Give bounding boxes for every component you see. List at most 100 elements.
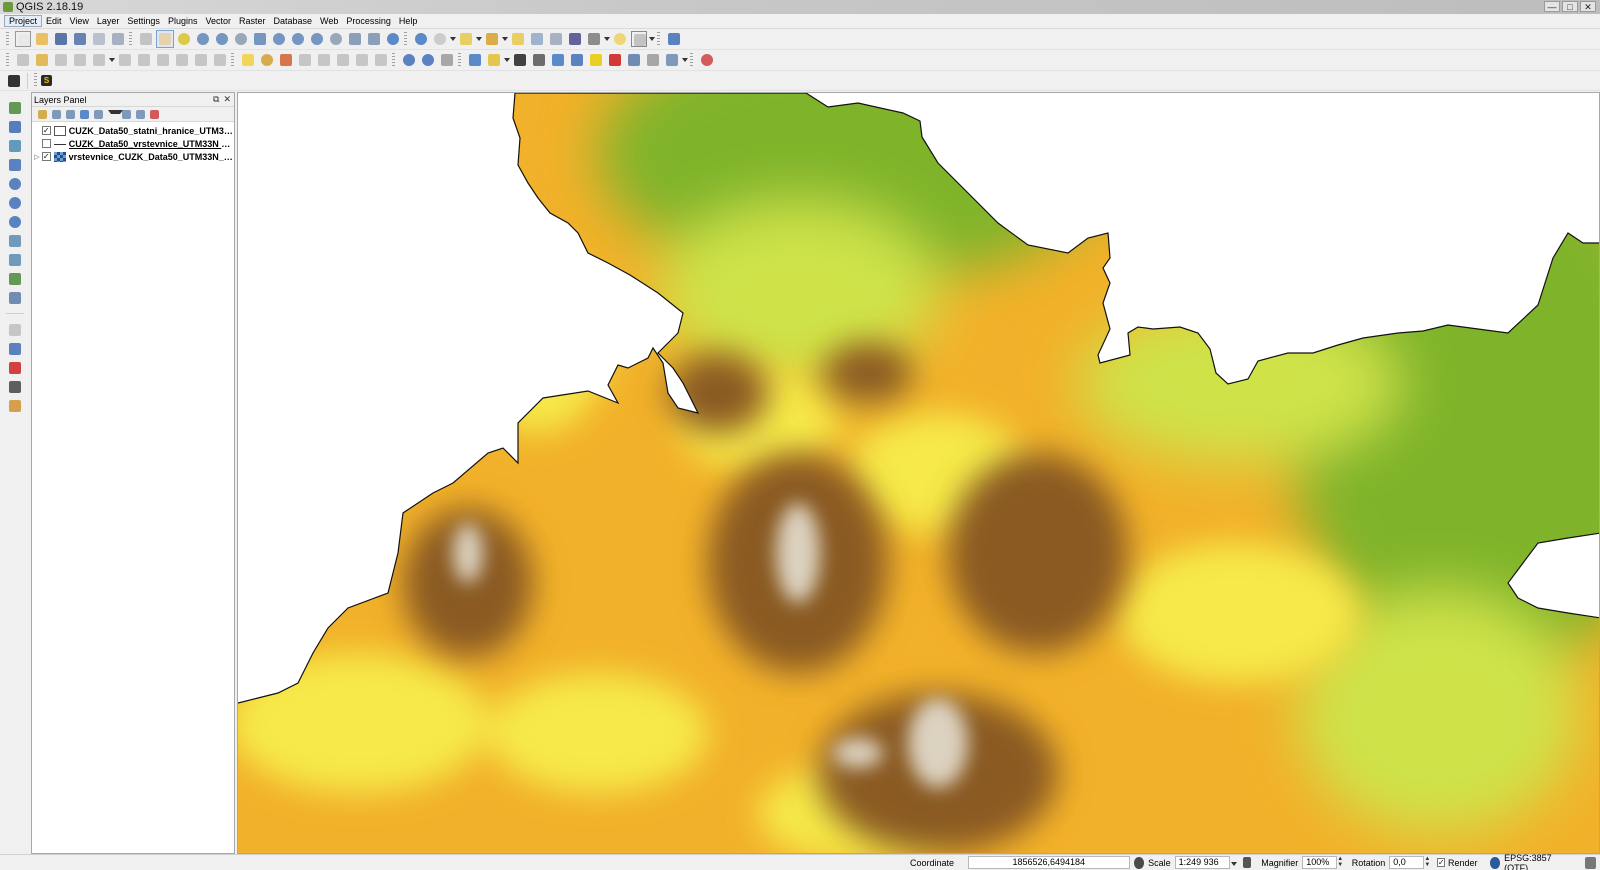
remove-layer-icon[interactable] [148, 108, 161, 121]
composer-manager-icon[interactable] [110, 31, 126, 47]
new-print-composer-icon[interactable] [91, 31, 107, 47]
add-wfs-layer-icon[interactable] [7, 214, 23, 230]
vertex-tool-icon[interactable] [7, 322, 23, 338]
add-wms-layer-icon[interactable] [7, 176, 23, 192]
plugin-tool-icon[interactable] [486, 52, 502, 68]
open-project-icon[interactable] [34, 31, 50, 47]
highlight-label-icon[interactable] [278, 52, 294, 68]
create-layer-icon[interactable] [7, 290, 23, 306]
copy-features-icon[interactable] [193, 52, 209, 68]
pin-labels-icon[interactable] [297, 52, 313, 68]
menu-web[interactable]: Web [316, 16, 342, 26]
scale-combobox[interactable]: 1:249 936 [1174, 856, 1231, 869]
chevron-down-icon[interactable] [681, 52, 688, 68]
menu-view[interactable]: View [66, 16, 93, 26]
airplane-icon[interactable] [512, 52, 528, 68]
sum-icon[interactable] [7, 379, 23, 395]
point-cluster-icon[interactable] [699, 52, 715, 68]
add-wms-layer-icon[interactable] [401, 52, 417, 68]
zoom-out-icon[interactable] [214, 31, 230, 47]
messages-icon[interactable] [1585, 856, 1597, 869]
add-delimited-text-icon[interactable] [7, 233, 23, 249]
move-label-icon[interactable] [335, 52, 351, 68]
menu-database[interactable]: Database [270, 16, 317, 26]
save-project-icon[interactable] [53, 31, 69, 47]
filter-expression-icon[interactable] [92, 108, 105, 121]
p2-plugin-icon[interactable] [7, 360, 23, 376]
toolbar-grip[interactable] [458, 52, 461, 68]
minimize-button[interactable]: — [1544, 1, 1560, 12]
menu-help[interactable]: Help [395, 16, 422, 26]
attribute-table-icon[interactable] [529, 31, 545, 47]
zoom-next-icon[interactable] [328, 31, 344, 47]
close-panel-icon[interactable]: ✕ [223, 94, 231, 105]
toolbar-grip[interactable] [6, 31, 9, 47]
chevron-down-icon[interactable] [475, 31, 482, 47]
menu-layer[interactable]: Layer [93, 16, 124, 26]
expand-all-icon[interactable] [120, 108, 133, 121]
chevron-down-icon[interactable] [503, 52, 510, 68]
lock-scale-icon[interactable] [1243, 857, 1252, 868]
menu-plugins[interactable]: Plugins [164, 16, 202, 26]
plugin-s-button[interactable]: S [41, 75, 52, 86]
deselect-features-icon[interactable] [510, 31, 526, 47]
airplane-icon[interactable] [6, 73, 22, 89]
layer-item-statni-hranice[interactable]: CUZK_Data50_statni_hranice_UTM33... [32, 124, 234, 137]
text-annotation-icon[interactable] [630, 31, 647, 47]
node-tool-icon[interactable] [136, 52, 152, 68]
toolbar-grip[interactable] [231, 52, 234, 68]
python-console-icon[interactable] [467, 52, 483, 68]
run-feature-action-icon[interactable] [432, 31, 448, 47]
help-icon[interactable] [666, 31, 682, 47]
render-checkbox[interactable] [1436, 858, 1445, 867]
add-feature-icon[interactable] [72, 52, 88, 68]
save-as-icon[interactable] [72, 31, 88, 47]
toolbar-grip[interactable] [34, 73, 37, 88]
home-icon[interactable] [569, 52, 585, 68]
menu-processing[interactable]: Processing [342, 16, 395, 26]
toolbar-grip[interactable] [6, 52, 9, 68]
add-mssql-layer-icon[interactable] [7, 157, 23, 173]
zoom-to-selection-icon[interactable] [271, 31, 287, 47]
layer-visibility-checkbox[interactable] [41, 139, 51, 148]
web-tool-icon[interactable] [664, 52, 680, 68]
paste-features-icon[interactable] [212, 52, 228, 68]
save-layer-edits-icon[interactable] [53, 52, 69, 68]
pan-to-selection-icon[interactable] [176, 31, 192, 47]
new-shapefile-icon[interactable] [7, 271, 23, 287]
add-raster-layer-icon[interactable] [7, 119, 23, 135]
radiation-icon[interactable] [588, 52, 604, 68]
expand-arrow-icon[interactable]: ▷ [32, 153, 42, 161]
touch-zoom-icon[interactable] [138, 31, 154, 47]
new-map-view-icon[interactable] [347, 31, 363, 47]
rotation-spin-arrows[interactable]: ▲ ▼ [1424, 856, 1431, 869]
add-group-icon[interactable] [50, 108, 63, 121]
chevron-down-icon[interactable] [449, 31, 456, 47]
menu-raster[interactable]: Raster [235, 16, 270, 26]
chevron-down-icon[interactable] [106, 108, 123, 121]
layer-style-icon[interactable] [36, 108, 49, 121]
toolbar-grip[interactable] [690, 52, 693, 68]
add-virtual-layer-icon[interactable] [7, 252, 23, 268]
zoom-last-icon[interactable] [309, 31, 325, 47]
rotation-spinbox[interactable]: 0,0 [1389, 856, 1424, 869]
extents-toggle-icon[interactable] [1133, 856, 1145, 869]
metasearch-csw-icon[interactable] [439, 52, 455, 68]
toggle-editing-icon[interactable] [34, 52, 50, 68]
menu-edit[interactable]: Edit [42, 16, 66, 26]
ruler-icon[interactable] [7, 398, 23, 414]
measure-line-icon[interactable] [586, 31, 602, 47]
select-by-expression-icon[interactable] [484, 31, 500, 47]
menu-settings[interactable]: Settings [123, 16, 164, 26]
close-button[interactable]: ✕ [1580, 1, 1596, 12]
zoom-native-icon[interactable] [233, 31, 249, 47]
add-wcs-layer-icon[interactable] [7, 195, 23, 211]
layer-visibility-checkbox[interactable] [41, 126, 51, 135]
layer-item-vrstevnice-vector[interactable]: CUZK_Data50_vrstevnice_UTM33N vr... [32, 137, 234, 150]
network-tool-icon[interactable] [550, 52, 566, 68]
crosshair-icon[interactable] [531, 52, 547, 68]
rotate-label-icon[interactable] [354, 52, 370, 68]
field-calculator-icon[interactable] [548, 31, 564, 47]
processing-toolbox-icon[interactable] [7, 341, 23, 357]
radiation-red-icon[interactable] [607, 52, 623, 68]
